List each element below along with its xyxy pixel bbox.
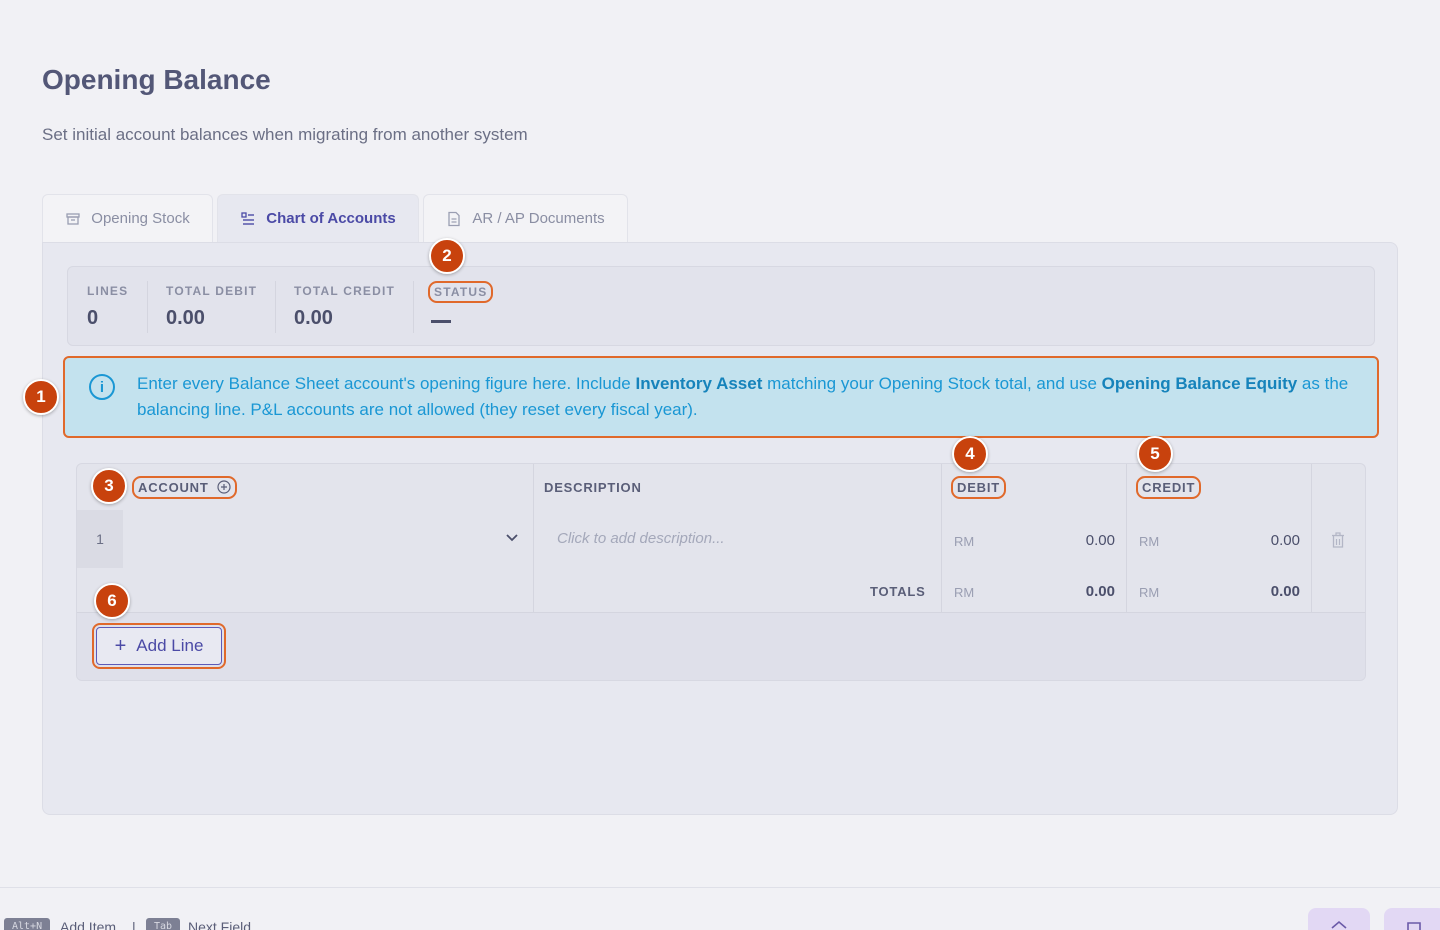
chat-icon — [1407, 922, 1421, 930]
header-label: ACCOUNT — [138, 479, 209, 495]
shortcut-label: Add Item — [60, 919, 117, 930]
add-line-label: Add Line — [136, 636, 204, 655]
info-banner: i Enter every Balance Sheet account's op… — [63, 356, 1379, 438]
header-account[interactable]: ACCOUNT — [132, 464, 237, 510]
page-subtitle: Set initial account balances when migrat… — [42, 125, 528, 144]
chevron-down-icon[interactable] — [505, 533, 519, 543]
credit-currency: RM — [1139, 534, 1160, 549]
shortcut-bar: Alt+N Add Item | Tab Next Field — [0, 887, 1440, 930]
annotation-badge-5: 5 — [1137, 436, 1173, 472]
tab-chart-of-accounts[interactable]: Chart of Accounts — [217, 194, 419, 242]
home-button[interactable] — [1308, 908, 1370, 930]
status-empty-dash — [431, 320, 451, 323]
stat-label: TOTAL DEBIT — [166, 284, 258, 298]
row-number: 1 — [77, 510, 123, 568]
summary-stats: LINES 0 TOTAL DEBIT 0.00 TOTAL CREDIT 0.… — [67, 266, 1375, 346]
chat-button[interactable] — [1384, 908, 1440, 930]
annotation-badge-1: 1 — [23, 379, 59, 415]
totals-label: TOTALS — [870, 584, 926, 599]
tab-panel: LINES 0 TOTAL DEBIT 0.00 TOTAL CREDIT 0.… — [42, 242, 1398, 815]
annotation-badge-2: 2 — [429, 238, 465, 274]
home-icon — [1331, 920, 1347, 929]
stat-label: TOTAL CREDIT — [294, 284, 396, 298]
annotation-badge-3: 3 — [91, 468, 127, 504]
add-line-button[interactable]: + Add Line — [92, 623, 226, 669]
info-icon: i — [89, 374, 115, 400]
list-icon — [241, 211, 255, 225]
shortcut-key: Alt+N — [4, 918, 51, 930]
shortcut-separator: | — [132, 919, 136, 930]
tab-label: Opening Stock — [91, 210, 190, 227]
stat-label: STATUS — [427, 281, 494, 303]
debit-currency: RM — [954, 534, 975, 549]
box-icon — [66, 212, 80, 225]
accounts-table: ACCOUNT DESCRIPTION DEBIT CREDIT 1 Click… — [76, 463, 1366, 681]
debit-input[interactable]: 0.00 — [1035, 532, 1115, 549]
shortcut-label: Next Field — [188, 919, 252, 930]
description-input[interactable]: Click to add description... — [533, 510, 941, 568]
shortcut-key: Tab — [146, 918, 181, 930]
page-title: Opening Balance — [42, 64, 271, 95]
stat-value: 0.00 — [294, 307, 333, 329]
stat-label: LINES — [87, 284, 129, 298]
add-circle-icon[interactable] — [216, 480, 231, 494]
trash-icon[interactable] — [1330, 532, 1346, 549]
account-select[interactable] — [123, 510, 533, 568]
table-footer — [77, 612, 1365, 680]
header-description: DESCRIPTION — [544, 479, 642, 495]
stat-total-credit: TOTAL CREDIT 0.00 — [294, 267, 395, 347]
stat-value: 0 — [87, 307, 99, 329]
table-header: ACCOUNT DESCRIPTION DEBIT CREDIT — [77, 464, 1365, 510]
tab-label: Chart of Accounts — [266, 210, 396, 227]
totals-credit: 0.00 — [1270, 583, 1300, 600]
totals-row: TOTALS RM 0.00 RM 0.00 — [77, 568, 1365, 612]
info-text: Enter every Balance Sheet account's open… — [137, 374, 1349, 419]
totals-debit-currency: RM — [954, 585, 975, 600]
tab-ar-ap-documents[interactable]: AR / AP Documents — [423, 194, 628, 242]
tab-label: AR / AP Documents — [472, 210, 605, 227]
credit-input[interactable]: 0.00 — [1220, 532, 1300, 549]
stat-value: 0.00 — [166, 307, 205, 329]
annotation-badge-6: 6 — [94, 583, 130, 619]
plus-icon: + — [114, 635, 127, 657]
document-icon — [448, 211, 460, 226]
totals-credit-currency: RM — [1139, 585, 1160, 600]
totals-debit: 0.00 — [1085, 583, 1115, 600]
header-debit: DEBIT — [951, 464, 1006, 510]
stat-total-debit: TOTAL DEBIT 0.00 — [166, 267, 257, 347]
table-row: 1 Click to add description... RM 0.00 RM… — [77, 510, 1365, 568]
tab-opening-stock[interactable]: Opening Stock — [42, 194, 213, 242]
stat-status: STATUS — [427, 267, 494, 347]
annotation-badge-4: 4 — [952, 436, 988, 472]
stat-lines: LINES 0 — [87, 267, 128, 347]
